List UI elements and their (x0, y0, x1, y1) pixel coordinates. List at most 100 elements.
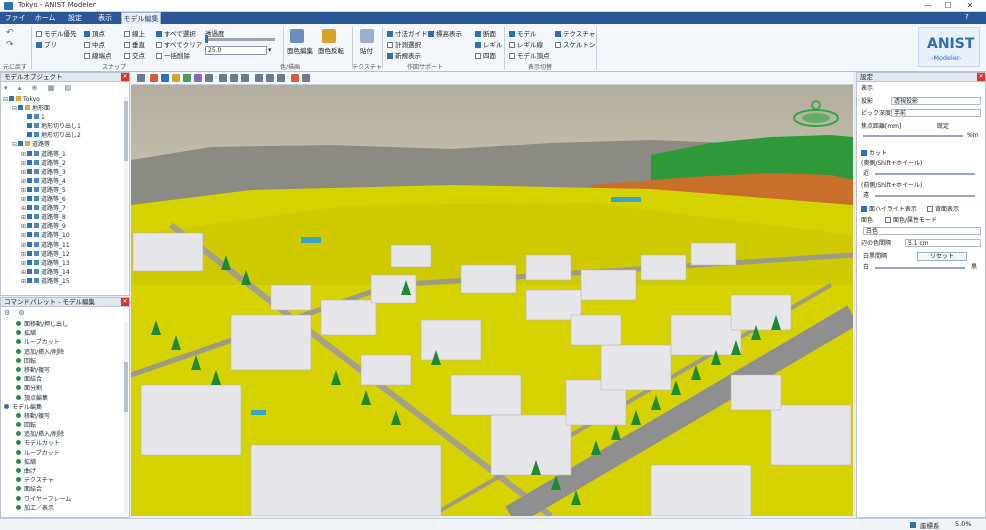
display-skeleton[interactable]: スケルトン (555, 39, 596, 49)
snap-midpoint[interactable]: 中点 (84, 39, 105, 49)
regil-toggle[interactable]: レギル (475, 39, 503, 49)
checkbox-icon[interactable] (27, 277, 32, 283)
checkbox-icon[interactable] (18, 141, 23, 147)
depth1-slider[interactable] (875, 173, 975, 175)
minimize-button[interactable]: — (920, 0, 936, 12)
checkbox-icon[interactable] (18, 105, 23, 111)
cut-toggle[interactable]: カット (861, 149, 887, 158)
tree-row[interactable]: ⊞ 道路等_14 (3, 268, 123, 277)
checkbox-icon[interactable] (27, 186, 32, 192)
tree-row[interactable]: ⊞ 道路等_13 (3, 259, 123, 268)
snap-buri[interactable]: ブリ (36, 39, 57, 49)
tree-row[interactable]: ⊞ 道路等_5 (3, 186, 123, 195)
command-item[interactable]: 移動/複写 (4, 412, 122, 421)
tree-row[interactable]: ⊞ 道路等_3 (3, 168, 123, 177)
checkbox-icon[interactable] (27, 159, 32, 165)
tree-row[interactable]: ⊞ 道路等_15 (3, 277, 123, 286)
tab-model-edit[interactable]: モデル編集 (121, 12, 161, 24)
command-item[interactable]: 面結合 (4, 485, 122, 494)
command-item[interactable]: 面移動/押し出し (4, 320, 122, 329)
tree-row[interactable]: ⊞ 道路等_1 (3, 150, 123, 159)
settings-icon[interactable] (302, 74, 310, 82)
snap-intersection[interactable]: 交点 (124, 50, 145, 60)
command-item[interactable]: 拡縮 (4, 458, 122, 467)
command-item[interactable]: 面分割 (4, 384, 122, 393)
close-icon[interactable]: ✕ (121, 298, 129, 306)
face-color-invert-icon[interactable] (322, 29, 336, 43)
checkbox-icon[interactable] (27, 268, 32, 274)
tab-file[interactable]: ファイル (2, 12, 28, 34)
checkbox-icon[interactable] (27, 259, 32, 265)
tab-home[interactable]: ホーム (32, 12, 58, 24)
undo-icon[interactable]: ↶ (6, 28, 14, 38)
checkbox-icon[interactable] (27, 205, 32, 211)
checkbox-icon[interactable] (9, 96, 14, 101)
pin-icon[interactable] (291, 74, 299, 82)
tree-row[interactable]: ⊞ 道路等_7 (3, 204, 123, 213)
color-mode-toggle[interactable]: 面色/属性モード (885, 216, 937, 225)
face-icon[interactable] (194, 74, 202, 82)
checkbox-icon[interactable] (27, 168, 32, 174)
command-item[interactable]: 回転 (4, 421, 122, 430)
white-black-slider[interactable] (875, 267, 965, 269)
snap-perpendicular[interactable]: 垂直 (124, 39, 145, 49)
camera-icon[interactable] (241, 74, 249, 82)
bulk-delete[interactable]: 一括削除 (156, 50, 190, 60)
new-display[interactable]: 新規表示 (387, 50, 421, 60)
checkbox-icon[interactable] (27, 123, 32, 129)
tree-row[interactable]: 地形切り出し1 (3, 122, 123, 131)
texture-paste-icon[interactable] (360, 29, 374, 43)
select-icon[interactable] (150, 74, 158, 82)
tree-row[interactable]: ⊟ Tokyo (3, 95, 123, 104)
dimension-guide[interactable]: 寸法ガイド (387, 28, 428, 38)
edge-icon[interactable] (205, 74, 213, 82)
redo-icon[interactable]: ↷ (6, 40, 14, 50)
close-icon[interactable]: ✕ (121, 73, 129, 81)
command-item[interactable]: ワイヤーフレーム (4, 495, 122, 504)
section-toggle[interactable]: 断面 (475, 28, 496, 38)
command-item[interactable]: 回転 (4, 357, 122, 366)
checkbox-icon[interactable] (27, 150, 32, 156)
close-button[interactable]: ✕ (962, 0, 978, 12)
tree-row[interactable]: 1 (3, 113, 123, 122)
display-texture[interactable]: テクスチャ (555, 28, 595, 38)
command-item[interactable]: モデルカット (4, 439, 122, 448)
command-item[interactable]: テクスチャ (4, 476, 122, 485)
face-color-invert-label[interactable]: 面色反転 (318, 45, 344, 55)
focal-value[interactable]: 既定 (937, 122, 949, 131)
command-list-scrollbar[interactable] (124, 322, 128, 514)
move-icon[interactable] (161, 74, 169, 82)
snap-on-line[interactable]: 線上 (124, 28, 145, 38)
highlight-toggle[interactable]: 面ハイライト表示 (861, 205, 917, 214)
checkbox-icon[interactable] (27, 177, 32, 183)
select-all[interactable]: すべて選択 (156, 28, 196, 38)
command-item[interactable]: 面結合 (4, 375, 122, 384)
snap-vertex[interactable]: 頂点 (84, 28, 105, 38)
snap-model-priority[interactable]: モデル優先 (36, 28, 77, 38)
command-item[interactable]: ループカット (4, 338, 122, 347)
light-icon[interactable] (277, 74, 285, 82)
dropdown-arrow-icon[interactable]: ▾ (268, 46, 272, 54)
tab-view[interactable]: 表示 (92, 12, 118, 24)
command-item[interactable]: 拡縮 (4, 329, 122, 338)
measure-select[interactable]: 計測選択 (387, 39, 421, 49)
face-color-edit-label[interactable]: 面色編集 (287, 45, 313, 55)
tree-row[interactable]: ⊟ 道路等 (3, 140, 123, 149)
checkbox-icon[interactable] (27, 196, 32, 202)
command-item[interactable]: 曲げ (4, 467, 122, 476)
checkbox-icon[interactable] (27, 214, 32, 220)
tree-row[interactable]: ⊟ 地形面 (3, 104, 123, 113)
snap-line-end[interactable]: 線端点 (84, 50, 112, 60)
clear-all[interactable]: すべてクリア (156, 39, 202, 49)
depth2-slider[interactable] (875, 195, 975, 197)
section-icon[interactable] (266, 74, 274, 82)
display-regil-line[interactable]: レギル線 (509, 39, 543, 49)
checkbox-icon[interactable] (27, 114, 32, 120)
reset-button[interactable]: リセット (917, 252, 967, 261)
face-color-edit-icon[interactable] (290, 29, 304, 43)
transparency-input[interactable]: 25.0 (205, 46, 267, 55)
tree-row[interactable]: ⊞ 道路等_4 (3, 177, 123, 186)
pick-depth-select[interactable]: 手前 (891, 109, 981, 117)
tree-row[interactable]: ⊞ 道路等_9 (3, 222, 123, 231)
four-view[interactable]: 四面 (475, 50, 496, 60)
